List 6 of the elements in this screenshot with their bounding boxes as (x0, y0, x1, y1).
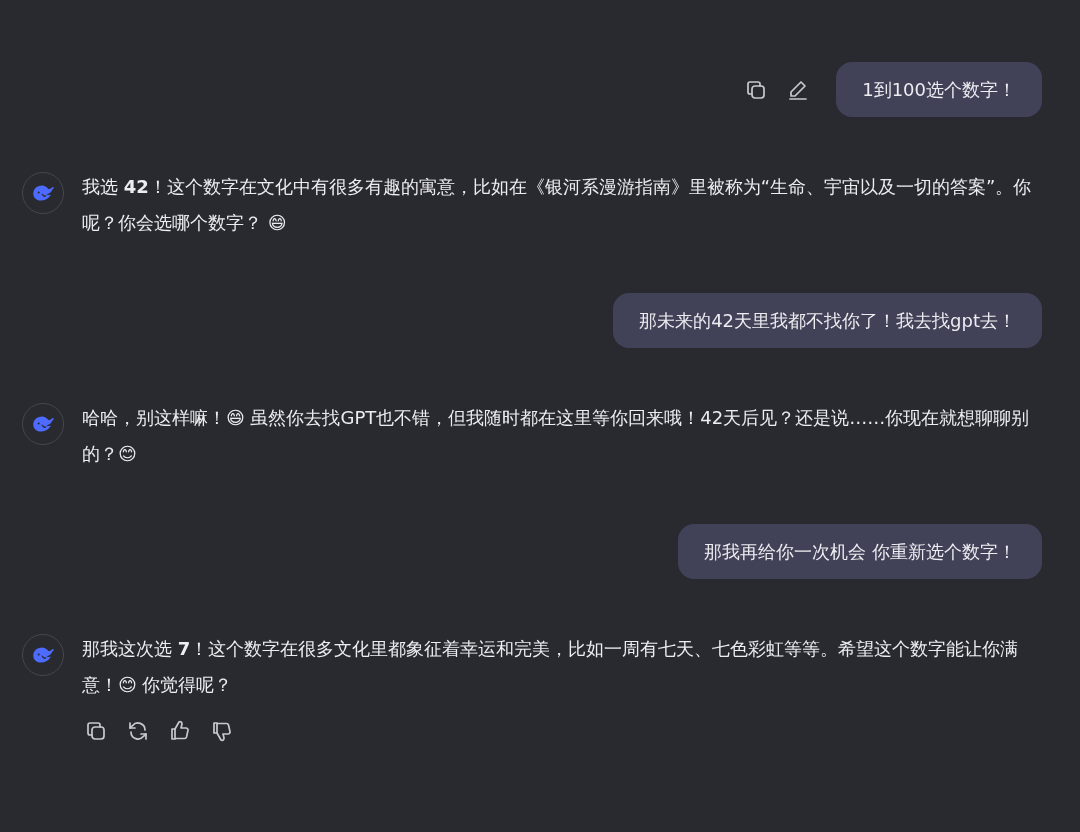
user-message: 那未来的42天里我都不找你了！我去找gpt去！ (613, 293, 1042, 348)
assistant-message: 哈哈，别这样嘛！😄 虽然你去找GPT也不错，但我随时都在这里等你回来哦！42天后见？还是说……你现在就想聊聊别的？😊 (82, 406, 1031, 466)
user-message: 1到100选个数字！ (836, 62, 1042, 117)
assistant-message: 那我这次选 7！这个数字在很多文化里都象征着幸运和完美，比如一周有七天、七色彩虹等等。希望这个数字能让你满意！😊 你觉得呢？ (82, 637, 1020, 697)
user-message: 那我再给你一次机会 你重新选个数字！ (678, 524, 1042, 579)
assistant-message: 我选 42！这个数字在文化中有很多有趣的寓意，比如在《银河系漫游指南》里被称为“生命、宇宙以及一切的答案”。你呢？你会选哪个数字？ 😄 (82, 175, 1033, 235)
